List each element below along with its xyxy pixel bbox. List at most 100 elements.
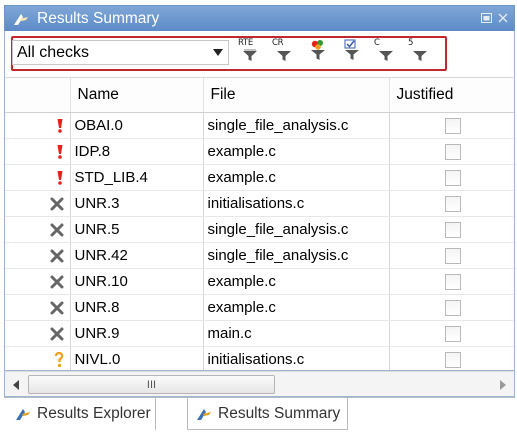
- file-cell[interactable]: example.c: [203, 268, 390, 295]
- scroll-right-icon[interactable]: [500, 380, 506, 390]
- check-filter-value: All checks: [17, 43, 90, 61]
- status-cell: [5, 112, 71, 139]
- table-row[interactable]: UNR.10 example.c: [5, 268, 514, 295]
- status-cell: [5, 294, 71, 321]
- toolbar: All checks RTE CR C 5: [4, 31, 515, 77]
- table-row[interactable]: OBAI.0 single_file_analysis.c: [5, 112, 514, 139]
- unreachable-x-icon: [50, 299, 64, 316]
- filter-cr-button[interactable]: CR: [272, 38, 294, 65]
- scroll-left-icon[interactable]: [13, 380, 19, 390]
- column-header-status[interactable]: [5, 78, 71, 113]
- scrollbar-thumb[interactable]: III: [28, 375, 275, 394]
- filter-buttons: RTE CR C 5: [238, 38, 430, 65]
- file-cell[interactable]: initialisations.c: [203, 346, 390, 370]
- file-cell[interactable]: main.c: [203, 320, 390, 347]
- file-cell[interactable]: single_file_analysis.c: [203, 242, 390, 269]
- justified-checkbox[interactable]: [444, 325, 461, 342]
- restore-icon[interactable]: [481, 12, 492, 26]
- results-summary-view: Results Summary All checks RTE CR C 5 Na…: [0, 0, 517, 438]
- justified-cell: [389, 112, 514, 139]
- unreachable-x-icon: [50, 273, 64, 290]
- filter-5-label: 5: [408, 38, 414, 48]
- name-cell[interactable]: UNR.10: [70, 268, 204, 295]
- status-cell: [5, 138, 71, 165]
- unreachable-x-icon: [50, 221, 64, 238]
- view-tabs: Results Explorer Results Summary: [4, 397, 515, 431]
- status-cell: [5, 242, 71, 269]
- justified-cell: [389, 138, 514, 165]
- justified-checkbox[interactable]: [444, 351, 461, 368]
- tab-results-explorer[interactable]: Results Explorer: [10, 398, 156, 430]
- file-cell[interactable]: single_file_analysis.c: [203, 112, 390, 139]
- justified-cell: [389, 216, 514, 243]
- filter-5-button[interactable]: 5: [408, 38, 430, 65]
- filter-c-button[interactable]: C: [374, 38, 396, 65]
- file-cell[interactable]: example.c: [203, 164, 390, 191]
- file-cell[interactable]: single_file_analysis.c: [203, 216, 390, 243]
- name-cell[interactable]: NIVL.0: [70, 346, 204, 370]
- justified-checkbox[interactable]: [444, 117, 461, 134]
- name-cell[interactable]: UNR.5: [70, 216, 204, 243]
- funnel-rte-icon: [243, 49, 257, 61]
- name-cell[interactable]: UNR.3: [70, 190, 204, 217]
- justified-checkbox[interactable]: [444, 143, 461, 160]
- table-row[interactable]: UNR.5 single_file_analysis.c: [5, 216, 514, 243]
- justified-checkbox[interactable]: [444, 273, 461, 290]
- name-cell[interactable]: UNR.42: [70, 242, 204, 269]
- tab-results-summary-label: Results Summary: [218, 404, 341, 422]
- table-row[interactable]: UNR.42 single_file_analysis.c: [5, 242, 514, 269]
- table-row[interactable]: STD_LIB.4 example.c: [5, 164, 514, 191]
- results-table: Name File Justified OBAI.0 single_file_an…: [5, 78, 514, 370]
- unreachable-x-icon: [50, 325, 64, 342]
- funnel-cr-icon: [277, 51, 291, 61]
- view-title-bar[interactable]: Results Summary: [4, 5, 515, 31]
- name-cell[interactable]: IDP.8: [70, 138, 204, 165]
- status-cell: [5, 164, 71, 191]
- justified-cell: [389, 294, 514, 321]
- file-cell[interactable]: example.c: [203, 294, 390, 321]
- name-cell[interactable]: UNR.8: [70, 294, 204, 321]
- close-icon[interactable]: [498, 12, 508, 26]
- justified-cell: [389, 346, 514, 370]
- filter-check-button[interactable]: [340, 39, 362, 65]
- status-cell: [5, 320, 71, 347]
- status-cell: [5, 346, 71, 370]
- justified-cell: [389, 320, 514, 347]
- table-row[interactable]: IDP.8 example.c: [5, 138, 514, 165]
- column-header-name[interactable]: Name: [70, 78, 204, 113]
- chevron-down-icon[interactable]: [213, 49, 223, 56]
- file-cell[interactable]: example.c: [203, 138, 390, 165]
- table-row[interactable]: UNR.3 initialisations.c: [5, 190, 514, 217]
- filter-rte-button[interactable]: RTE: [238, 38, 260, 65]
- check-filter-select[interactable]: All checks: [12, 40, 229, 65]
- red-check-icon: [56, 142, 64, 159]
- justified-checkbox[interactable]: [444, 195, 461, 212]
- column-header-justified[interactable]: Justified: [389, 78, 514, 113]
- name-cell[interactable]: OBAI.0: [70, 112, 204, 139]
- filter-rte-label: RTE: [238, 38, 253, 48]
- table-row[interactable]: UNR.9 main.c: [5, 320, 514, 347]
- justified-checkbox[interactable]: [444, 247, 461, 264]
- column-header-file[interactable]: File: [203, 78, 390, 113]
- justified-checkbox[interactable]: [444, 221, 461, 238]
- name-cell[interactable]: UNR.9: [70, 320, 204, 347]
- view-title: Results Summary: [37, 9, 160, 27]
- name-cell[interactable]: STD_LIB.4: [70, 164, 204, 191]
- tab-results-explorer-label: Results Explorer: [37, 405, 151, 422]
- status-cell: [5, 190, 71, 217]
- horizontal-scrollbar[interactable]: III: [4, 371, 515, 397]
- status-cell: [5, 216, 71, 243]
- tab-results-summary[interactable]: Results Summary: [187, 398, 349, 430]
- table-row[interactable]: NIVL.0 initialisations.c: [5, 346, 514, 370]
- table-row[interactable]: UNR.8 example.c: [5, 294, 514, 321]
- justified-checkbox[interactable]: [444, 299, 461, 316]
- table-header-row: Name File Justified: [5, 78, 514, 113]
- justified-cell: [389, 242, 514, 269]
- orange-check-icon: [54, 350, 64, 367]
- justified-checkbox[interactable]: [444, 169, 461, 186]
- justified-cell: [389, 190, 514, 217]
- filter-color-button[interactable]: [306, 39, 328, 65]
- results-table-container: Name File Justified OBAI.0 single_file_an…: [4, 77, 515, 371]
- filter-c-label: C: [374, 38, 380, 48]
- file-cell[interactable]: initialisations.c: [203, 190, 390, 217]
